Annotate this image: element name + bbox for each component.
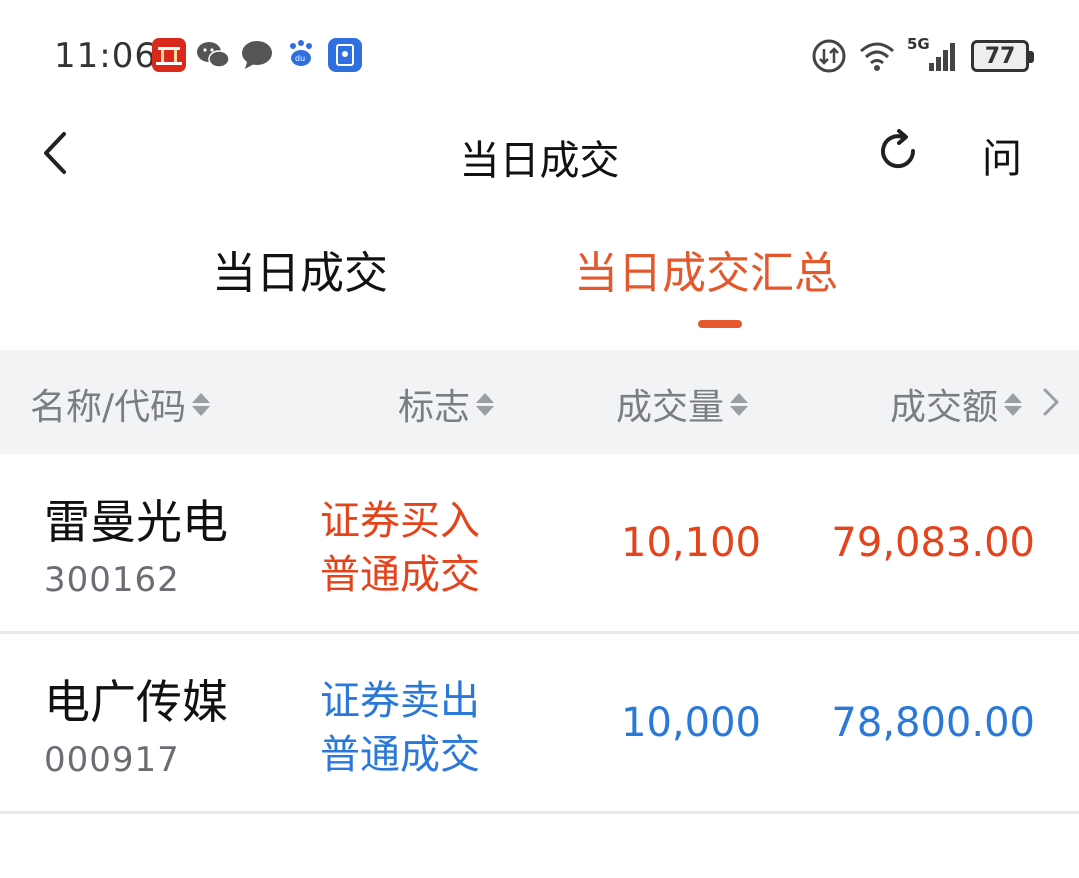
trade-amount: 78,800.00 xyxy=(831,700,1035,746)
message-icon xyxy=(240,38,274,72)
trade-flag-line2: 普通成交 xyxy=(320,732,480,778)
trade-volume: 10,000 xyxy=(621,700,761,746)
table-row[interactable]: 雷曼光电 300162 证券买入 普通成交 10,100 79,083.00 xyxy=(0,454,1079,634)
refresh-icon[interactable] xyxy=(873,126,923,176)
column-header-label: 成交量 xyxy=(616,387,725,428)
sort-icon xyxy=(730,392,749,416)
trade-flag: 证券买入 普通成交 xyxy=(320,494,480,602)
column-header-amount[interactable]: 成交额 xyxy=(890,378,1023,430)
ask-button[interactable]: 问 xyxy=(982,126,1022,184)
app-red-icon xyxy=(152,38,186,72)
status-bar: 11:06 du 5G 77 xyxy=(0,0,1079,110)
tab-daily-deals[interactable]: 当日成交 xyxy=(212,237,388,301)
tab-daily-deals-summary[interactable]: 当日成交汇总 xyxy=(574,237,838,301)
sort-icon xyxy=(1004,392,1023,416)
battery-icon: 77 xyxy=(971,40,1034,72)
column-header-flag[interactable]: 标志 xyxy=(398,378,495,430)
blue-app-icon xyxy=(328,38,362,72)
column-header-label: 成交额 xyxy=(890,387,999,428)
wechat-icon xyxy=(196,38,230,72)
stock-code: 000917 xyxy=(44,740,180,780)
trade-flag-line1: 证券买入 xyxy=(320,498,480,544)
table-header: 名称/代码 标志 成交量 成交额 xyxy=(0,350,1079,454)
data-saver-icon xyxy=(812,39,846,73)
system-icons: 5G 77 xyxy=(811,35,1034,74)
nav-header: 当日成交 问 xyxy=(0,110,1079,200)
trade-volume: 10,100 xyxy=(621,520,761,566)
column-header-name-code[interactable]: 名称/代码 xyxy=(30,378,211,430)
stock-name: 电广传媒 xyxy=(44,675,228,729)
trade-amount: 79,083.00 xyxy=(831,520,1035,566)
column-header-label: 名称/代码 xyxy=(30,387,187,428)
column-header-volume[interactable]: 成交量 xyxy=(616,378,749,430)
table-row[interactable]: 电广传媒 000917 证券卖出 普通成交 10,000 78,800.00 xyxy=(0,634,1079,814)
stock-name: 雷曼光电 xyxy=(44,495,228,549)
trade-flag-line1: 证券卖出 xyxy=(320,678,480,724)
notification-icons: du xyxy=(152,38,362,72)
svg-text:du: du xyxy=(295,54,305,63)
chevron-right-icon[interactable] xyxy=(1040,384,1062,420)
sort-icon xyxy=(192,392,211,416)
status-time: 11:06 xyxy=(54,36,157,76)
trade-flag-line2: 普通成交 xyxy=(320,552,480,598)
tab-bar: 当日成交 当日成交汇总 xyxy=(0,225,1079,345)
column-header-label: 标志 xyxy=(398,387,471,428)
trade-flag: 证券卖出 普通成交 xyxy=(320,674,480,782)
wifi-icon xyxy=(860,42,894,71)
baidu-icon: du xyxy=(284,38,318,72)
active-tab-indicator xyxy=(698,320,742,328)
cellular-signal-icon: 5G xyxy=(907,35,961,73)
stock-code: 300162 xyxy=(44,560,180,600)
sort-icon xyxy=(476,392,495,416)
